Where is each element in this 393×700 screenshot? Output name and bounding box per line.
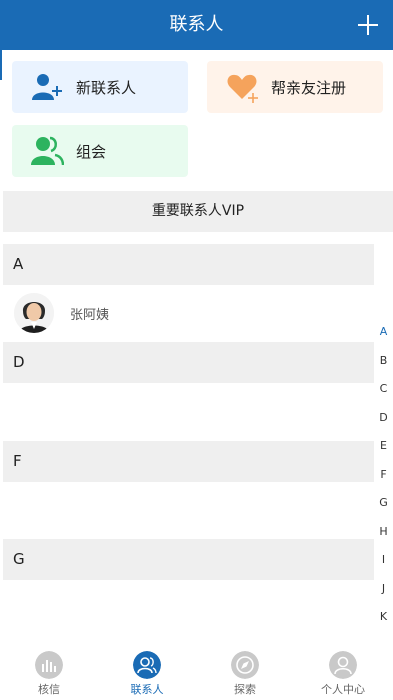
- contact-item[interactable]: 张阿姨: [14, 290, 109, 336]
- index-letter[interactable]: A: [374, 321, 393, 350]
- tab-contacts[interactable]: 联系人: [98, 648, 196, 700]
- chart-wave-icon: [35, 651, 63, 679]
- alphabet-index[interactable]: A B C D E F G H I J K: [374, 321, 393, 635]
- group-meeting-button[interactable]: 组会: [12, 125, 188, 177]
- section-header-g: G: [3, 539, 374, 580]
- top-bar: 联系人: [0, 0, 393, 50]
- add-user-icon: [32, 74, 62, 100]
- index-letter[interactable]: C: [374, 378, 393, 407]
- help-register-button[interactable]: 帮亲友注册: [207, 61, 383, 113]
- bottom-tab-bar: 核信 联系人 探索 个人中心: [0, 648, 393, 700]
- vip-contacts-bar[interactable]: 重要联系人VIP: [3, 191, 393, 232]
- tab-label: 联系人: [130, 683, 164, 696]
- header-accent: [0, 50, 2, 80]
- heart-plus-icon: [227, 74, 258, 103]
- contacts-icon: [133, 651, 161, 679]
- tab-explore[interactable]: 探索: [196, 648, 294, 700]
- section-header-f: F: [3, 441, 374, 482]
- index-letter[interactable]: I: [374, 549, 393, 578]
- section-header-a: A: [3, 244, 374, 285]
- compass-icon: [231, 651, 259, 679]
- new-contact-label: 新联系人: [76, 78, 137, 97]
- tab-label: 核信: [38, 683, 60, 696]
- user-icon: [329, 651, 357, 679]
- tab-label: 探索: [234, 683, 256, 696]
- index-letter[interactable]: B: [374, 350, 393, 379]
- tab-hexin[interactable]: 核信: [0, 648, 98, 700]
- index-letter[interactable]: F: [374, 464, 393, 493]
- section-header-d: D: [3, 342, 374, 383]
- index-letter[interactable]: G: [374, 492, 393, 521]
- new-contact-button[interactable]: 新联系人: [12, 61, 188, 113]
- tab-label: 个人中心: [321, 683, 365, 696]
- group-meeting-label: 组会: [76, 142, 107, 161]
- index-letter[interactable]: E: [374, 435, 393, 464]
- avatar: [14, 293, 54, 333]
- tab-profile[interactable]: 个人中心: [294, 648, 392, 700]
- group-icon: [31, 136, 64, 166]
- help-register-label: 帮亲友注册: [271, 78, 347, 97]
- index-letter[interactable]: D: [374, 407, 393, 436]
- index-letter[interactable]: K: [374, 606, 393, 635]
- index-letter[interactable]: J: [374, 578, 393, 607]
- contact-name: 张阿姨: [70, 307, 110, 323]
- index-letter[interactable]: H: [374, 521, 393, 550]
- page-title: 联系人: [169, 14, 224, 35]
- add-icon[interactable]: [355, 12, 381, 38]
